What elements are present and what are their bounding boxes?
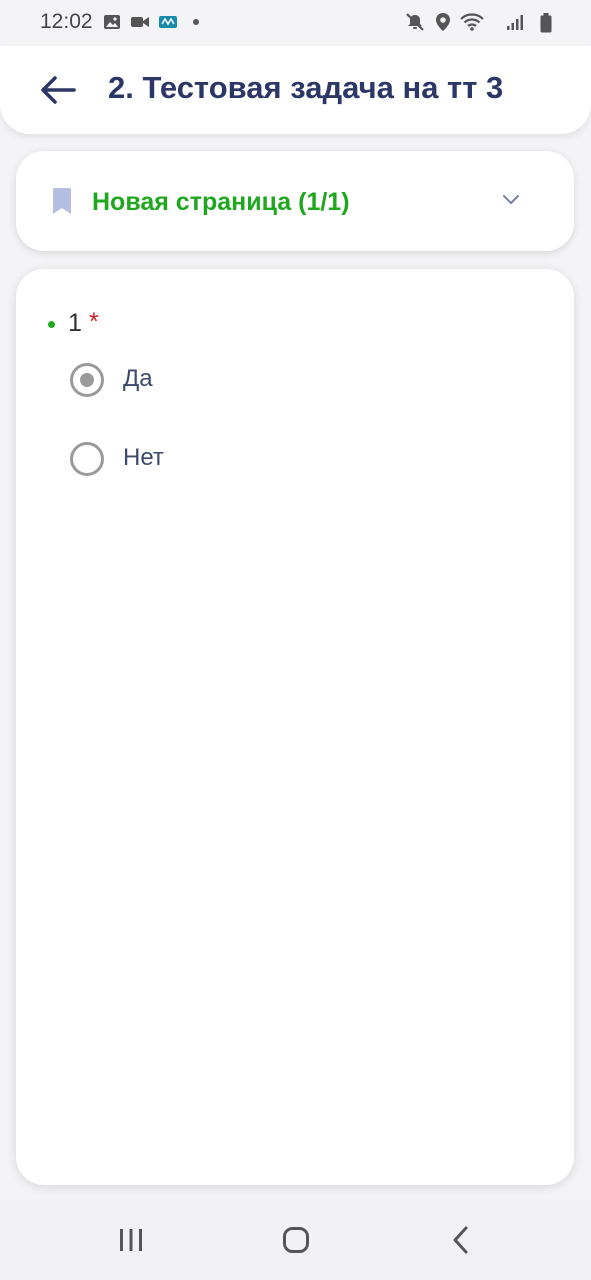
radio-selected-dot [80,373,94,387]
dot-icon [193,19,199,25]
location-icon [436,13,450,31]
battery-icon [540,13,552,33]
bookmark-icon [53,188,71,214]
option-label: Да [123,365,153,392]
app-notification-icon [159,16,177,28]
wifi-icon [460,13,484,31]
app-header: 2. Тестовая задача на тт 3 [0,46,591,134]
back-icon[interactable] [442,1222,482,1258]
image-icon [104,15,120,29]
mute-icon [406,13,424,31]
page-title: 2. Тестовая задача на тт 3 [108,70,504,105]
option-yes[interactable]: Да [70,360,370,400]
radio-button-selected[interactable] [70,363,104,397]
option-label: Нет [123,444,164,471]
video-icon [131,17,149,27]
required-mark: * [89,308,99,336]
section-label: Новая страница (1/1) [92,188,350,216]
arrow-left-icon [41,76,76,104]
radio-button[interactable] [70,442,104,476]
answered-status-dot [48,321,55,328]
question-card: 1 * Да Нет [16,269,574,1185]
chevron-down-icon[interactable] [502,194,520,206]
home-icon[interactable] [276,1222,316,1258]
status-bar: 12:02 [0,0,591,46]
question-number: 1 [68,309,82,337]
back-button[interactable] [36,68,82,114]
system-navigation-bar [0,1200,591,1280]
section-selector[interactable]: Новая страница (1/1) [16,151,574,251]
signal-icon [507,15,523,30]
recents-icon[interactable] [111,1222,151,1258]
status-time: 12:02 [40,10,93,33]
option-no[interactable]: Нет [70,439,370,479]
